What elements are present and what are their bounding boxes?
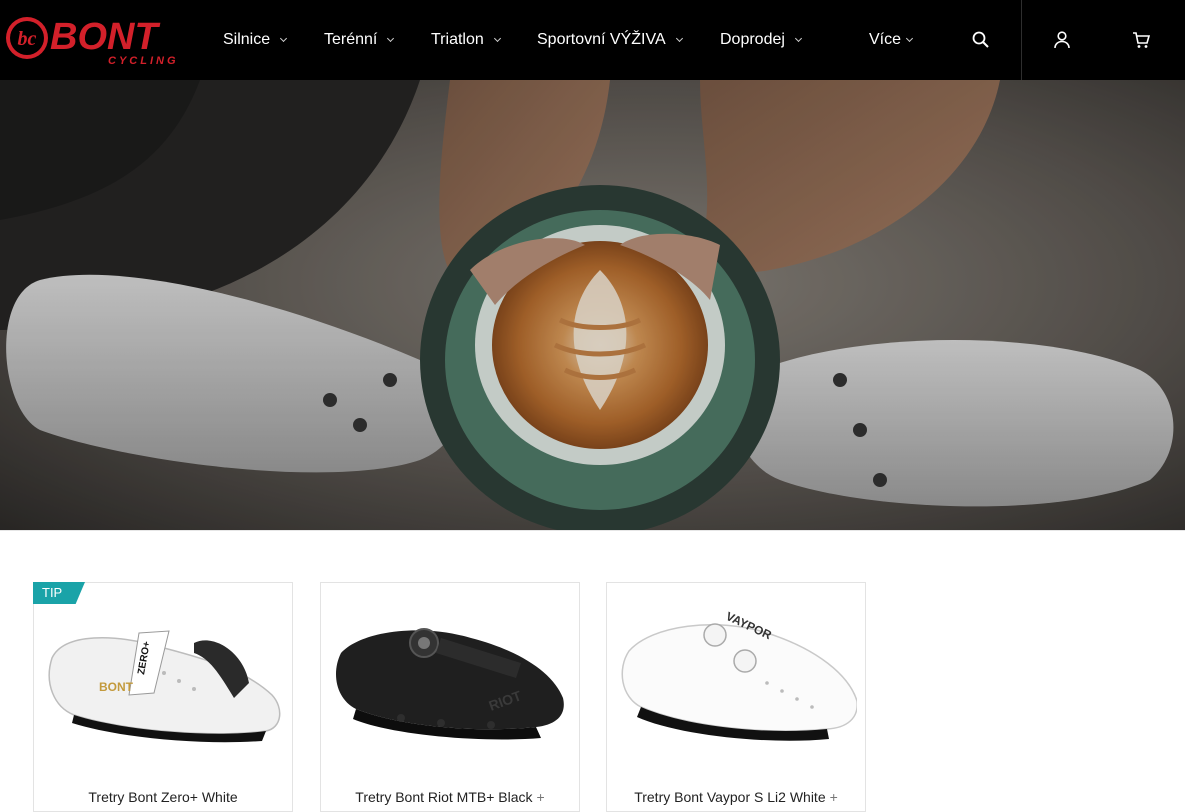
nav-item-triatlon[interactable]: Triatlon: [431, 29, 501, 51]
product-image[interactable]: VAYPOR: [617, 603, 858, 753]
hero-banner[interactable]: [0, 80, 1185, 531]
product-name-text: Tretry Bont Vaypor S Li2 White: [634, 789, 826, 805]
svg-text:bc: bc: [18, 28, 37, 50]
product-name-text: Tretry Bont Zero+ White: [88, 789, 238, 805]
plus-icon[interactable]: +: [830, 789, 838, 805]
hero-divider: [0, 530, 1185, 531]
chevron-down-icon: [905, 35, 913, 43]
chevron-down-icon: [493, 35, 501, 43]
bont-logo[interactable]: bc BONT CYCLING: [3, 13, 191, 67]
product-name[interactable]: Tretry Bont Zero+ White: [34, 789, 292, 805]
nav-label: Silnice: [223, 31, 271, 48]
logo-subtext: CYCLING: [108, 55, 179, 67]
nav-label: Více: [869, 31, 902, 48]
nav-label: Doprodej: [720, 31, 785, 48]
product-card-riot-mtb-black[interactable]: RIOT Tretry Bont Riot MTB+ Black +: [320, 582, 580, 812]
plus-icon[interactable]: +: [537, 789, 545, 805]
tip-badge-label: TIP: [42, 585, 63, 600]
nav-label: Terénní: [324, 31, 378, 48]
nav-item-sportovni-vyziva[interactable]: Sportovní VÝŽIVA: [537, 29, 683, 51]
product-image[interactable]: RIOT: [331, 603, 571, 753]
chevron-down-icon: [279, 35, 287, 43]
svg-text:BONT: BONT: [99, 680, 134, 694]
product-name-text: Tretry Bont Riot MTB+ Black: [355, 789, 533, 805]
nav-label: Sportovní VÝŽIVA: [537, 31, 666, 48]
nav-item-terenni[interactable]: Terénní: [324, 29, 394, 51]
nav-item-doprodej[interactable]: Doprodej: [720, 29, 802, 51]
product-name[interactable]: Tretry Bont Vaypor S Li2 White +: [607, 789, 865, 805]
product-card-vaypor-s-white[interactable]: VAYPOR Tretry Bont Vaypor S Li2 White +: [606, 582, 866, 812]
product-card-zero-white[interactable]: ZERO+ BONT Tretry Bont Zero+ White: [33, 582, 293, 812]
chevron-down-icon: [386, 35, 394, 43]
site-header: bc BONT CYCLING Silnice Terénní Triatlon…: [0, 0, 1185, 80]
header-divider: [1021, 0, 1022, 80]
nav-label: Triatlon: [431, 31, 484, 48]
nav-item-vice[interactable]: Více: [869, 29, 913, 51]
logo-wordmark: BONT: [50, 16, 160, 58]
product-name[interactable]: Tretry Bont Riot MTB+ Black +: [321, 789, 579, 805]
nav-item-silnice[interactable]: Silnice: [223, 29, 287, 51]
cart-icon[interactable]: [1131, 30, 1151, 50]
product-image[interactable]: ZERO+ BONT: [44, 603, 284, 753]
search-icon[interactable]: [971, 30, 991, 50]
hero-image: [0, 80, 1185, 531]
user-icon[interactable]: [1052, 30, 1072, 50]
chevron-down-icon: [675, 35, 683, 43]
chevron-down-icon: [794, 35, 802, 43]
tip-badge: TIP: [33, 582, 85, 604]
